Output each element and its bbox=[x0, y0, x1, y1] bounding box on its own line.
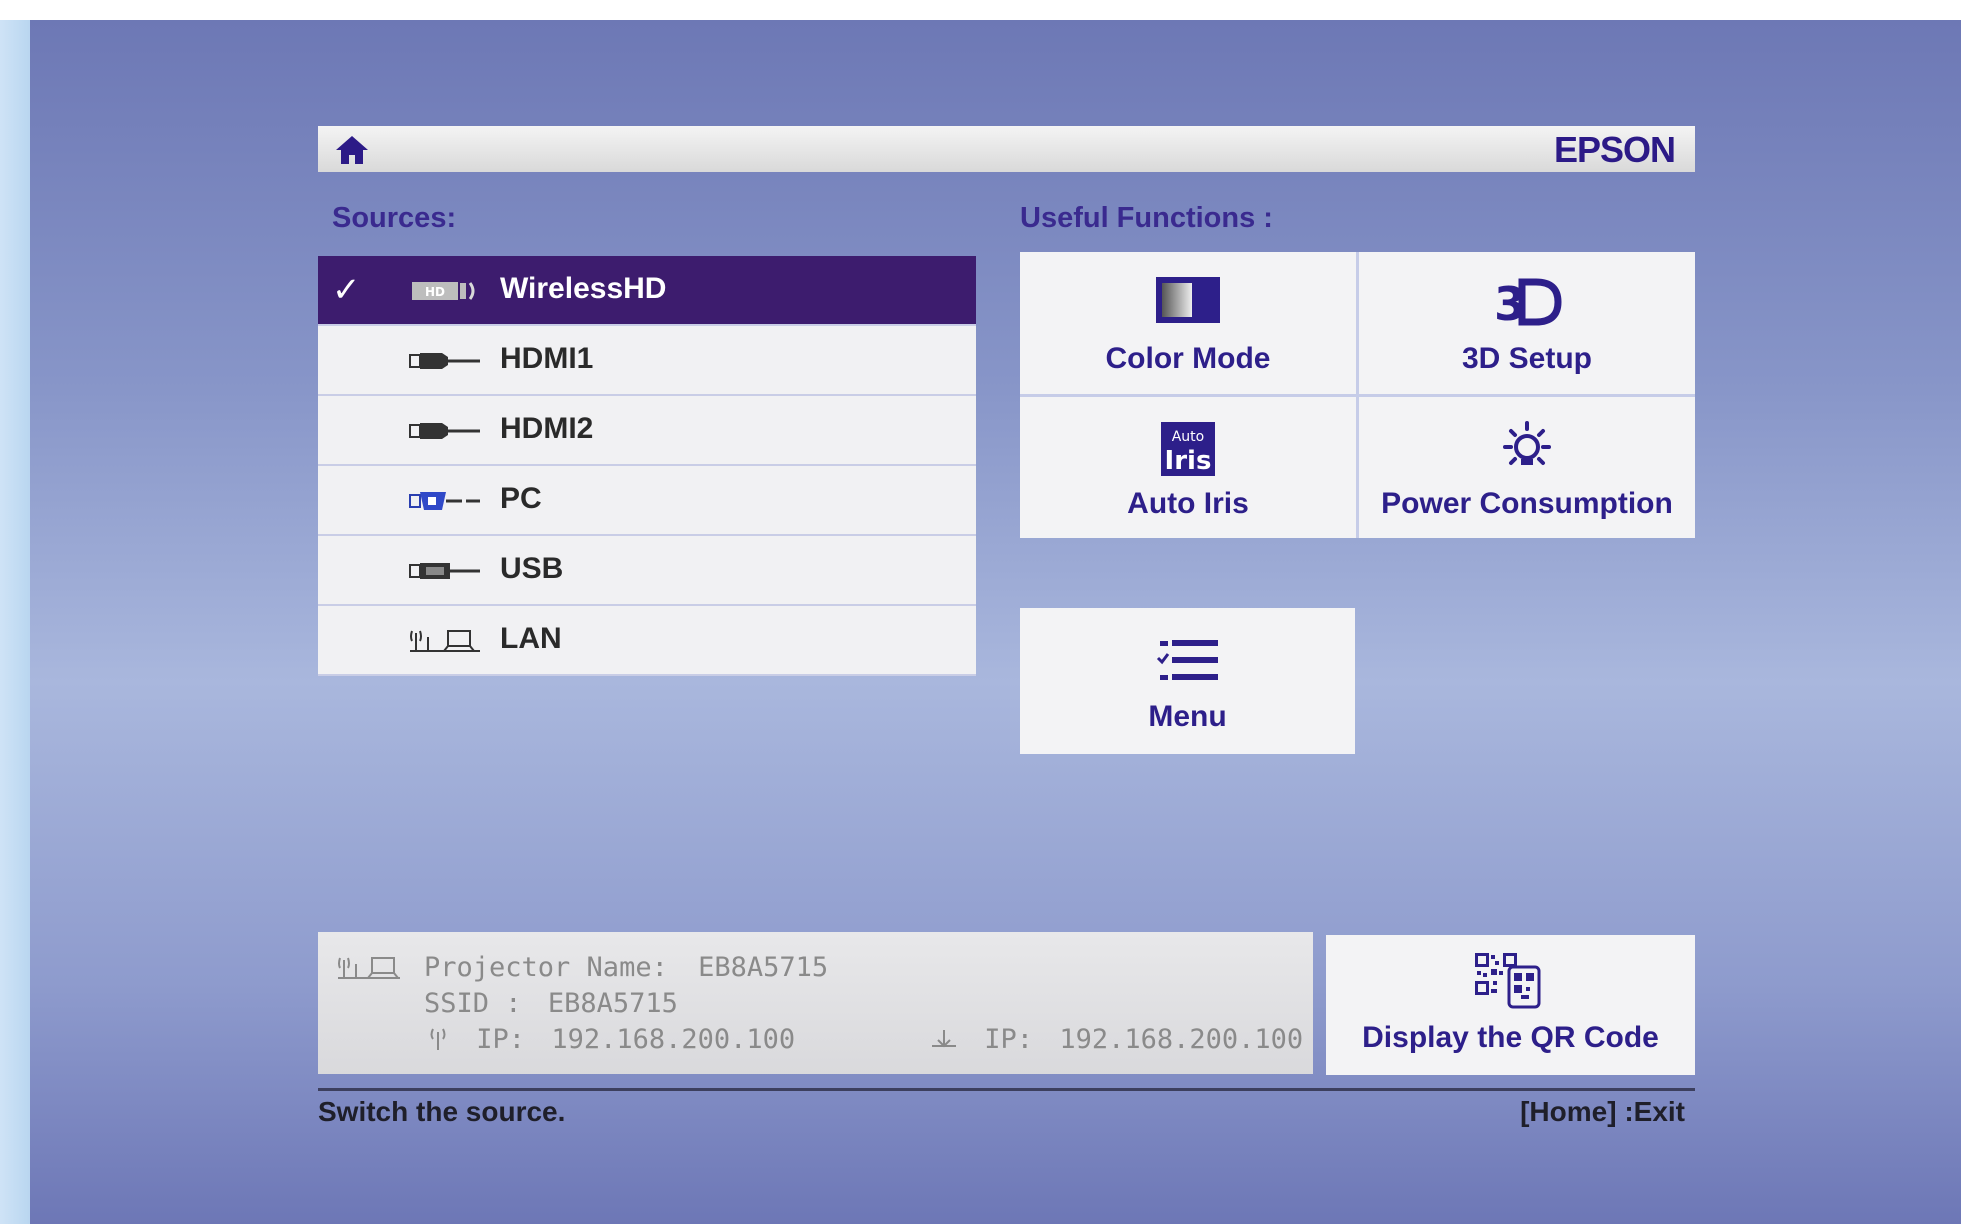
title-bar: EPSON bbox=[318, 126, 1695, 172]
source-label: USB bbox=[500, 552, 564, 585]
color-mode-button[interactable]: Color Mode bbox=[1020, 252, 1356, 394]
display-qr-code-label: Display the QR Code bbox=[1362, 1021, 1659, 1054]
usb-icon bbox=[409, 563, 480, 579]
network-info-panel: Projector Name: EB8A5715 SSID : EB8A5715… bbox=[318, 932, 1313, 1074]
source-label: HDMI1 bbox=[500, 342, 594, 375]
source-label: WirelessHD bbox=[500, 272, 667, 305]
3d-icon: 3 bbox=[1494, 277, 1562, 328]
lan-icon bbox=[410, 630, 480, 652]
source-list: ✓ HD WirelessHD HDMI1 HDMI2 PC USB LAN bbox=[318, 256, 976, 676]
wireless-ip-value: 192.168.200.100 bbox=[551, 1024, 796, 1055]
auto-iris-icon-text-bottom: Iris bbox=[1165, 446, 1212, 476]
wirelesshd-icon: HD bbox=[412, 282, 475, 300]
wired-ip-row: IP: 192.168.200.100 bbox=[928, 1024, 1303, 1055]
lan-icon bbox=[338, 957, 400, 979]
ssid-row: SSID : EB8A5715 bbox=[424, 988, 678, 1019]
color-mode-icon bbox=[1156, 277, 1220, 323]
wired-ip-value: 192.168.200.100 bbox=[1059, 1024, 1304, 1055]
source-label: LAN bbox=[500, 622, 562, 655]
3d-setup-button[interactable]: 3 3D Setup bbox=[1359, 252, 1695, 394]
source-item-wirelesshd[interactable]: ✓ HD WirelessHD bbox=[318, 256, 976, 326]
source-item-pc[interactable]: PC bbox=[318, 466, 976, 536]
sources-heading: Sources: bbox=[332, 202, 457, 234]
hdmi-icon bbox=[409, 353, 480, 369]
useful-functions-heading: Useful Functions : bbox=[1020, 202, 1273, 234]
wireless-antenna-icon bbox=[430, 1028, 446, 1050]
svg-text:HD: HD bbox=[425, 285, 445, 299]
menu-list-icon bbox=[1156, 640, 1218, 680]
power-consumption-button[interactable]: Power Consumption bbox=[1359, 396, 1695, 538]
menu-label: Menu bbox=[1148, 700, 1227, 733]
exit-hint: [Home] :Exit bbox=[1520, 1096, 1685, 1127]
wired-network-icon bbox=[932, 1030, 956, 1048]
home-icon[interactable] bbox=[334, 134, 370, 166]
source-label: HDMI2 bbox=[500, 412, 594, 445]
source-label: PC bbox=[500, 482, 542, 515]
3d-setup-label: 3D Setup bbox=[1461, 342, 1593, 375]
useful-functions-grid: Color Mode 3 3D Setup Auto Iris Auto Iri… bbox=[1020, 252, 1695, 538]
projector-home-screen: EPSON Sources: Useful Functions : ✓ HD W… bbox=[30, 20, 1961, 1224]
source-item-hdmi1[interactable]: HDMI1 bbox=[318, 326, 976, 396]
checkmark-icon: ✓ bbox=[332, 271, 361, 309]
source-item-usb[interactable]: USB bbox=[318, 536, 976, 606]
qr-code-icon bbox=[1474, 953, 1540, 1009]
pc-icon bbox=[409, 492, 480, 510]
auto-iris-label: Auto Iris bbox=[1127, 486, 1249, 520]
left-edge-strip bbox=[0, 20, 30, 1224]
power-consumption-icon bbox=[1503, 420, 1551, 465]
color-mode-label: Color Mode bbox=[1105, 342, 1271, 375]
auto-iris-button[interactable]: Auto Iris Auto Iris bbox=[1020, 396, 1356, 538]
status-divider bbox=[318, 1088, 1695, 1091]
ssid-value: EB8A5715 bbox=[547, 988, 678, 1019]
brand-logo: EPSON bbox=[1553, 129, 1676, 170]
auto-iris-icon: Auto Iris bbox=[1161, 421, 1215, 476]
source-item-hdmi2[interactable]: HDMI2 bbox=[318, 396, 976, 466]
status-hint: Switch the source. bbox=[318, 1096, 566, 1127]
projector-name-row: Projector Name: EB8A5715 bbox=[424, 952, 828, 983]
menu-button[interactable]: Menu bbox=[1020, 608, 1355, 754]
power-consumption-label: Power Consumption bbox=[1381, 486, 1673, 520]
wireless-ip-row: IP: 192.168.200.100 bbox=[424, 1024, 795, 1055]
projector-name-value: EB8A5715 bbox=[698, 952, 829, 983]
display-qr-code-button[interactable]: Display the QR Code bbox=[1326, 935, 1695, 1075]
hdmi-icon bbox=[409, 423, 480, 439]
wireless-ip-label: IP: bbox=[476, 1024, 526, 1055]
ssid-label: SSID : bbox=[424, 988, 522, 1019]
projector-name-label: Projector Name: bbox=[424, 952, 668, 983]
source-item-lan[interactable]: LAN bbox=[318, 606, 976, 676]
wired-ip-label: IP: bbox=[984, 1024, 1034, 1055]
auto-iris-icon-text-top: Auto bbox=[1172, 429, 1205, 445]
